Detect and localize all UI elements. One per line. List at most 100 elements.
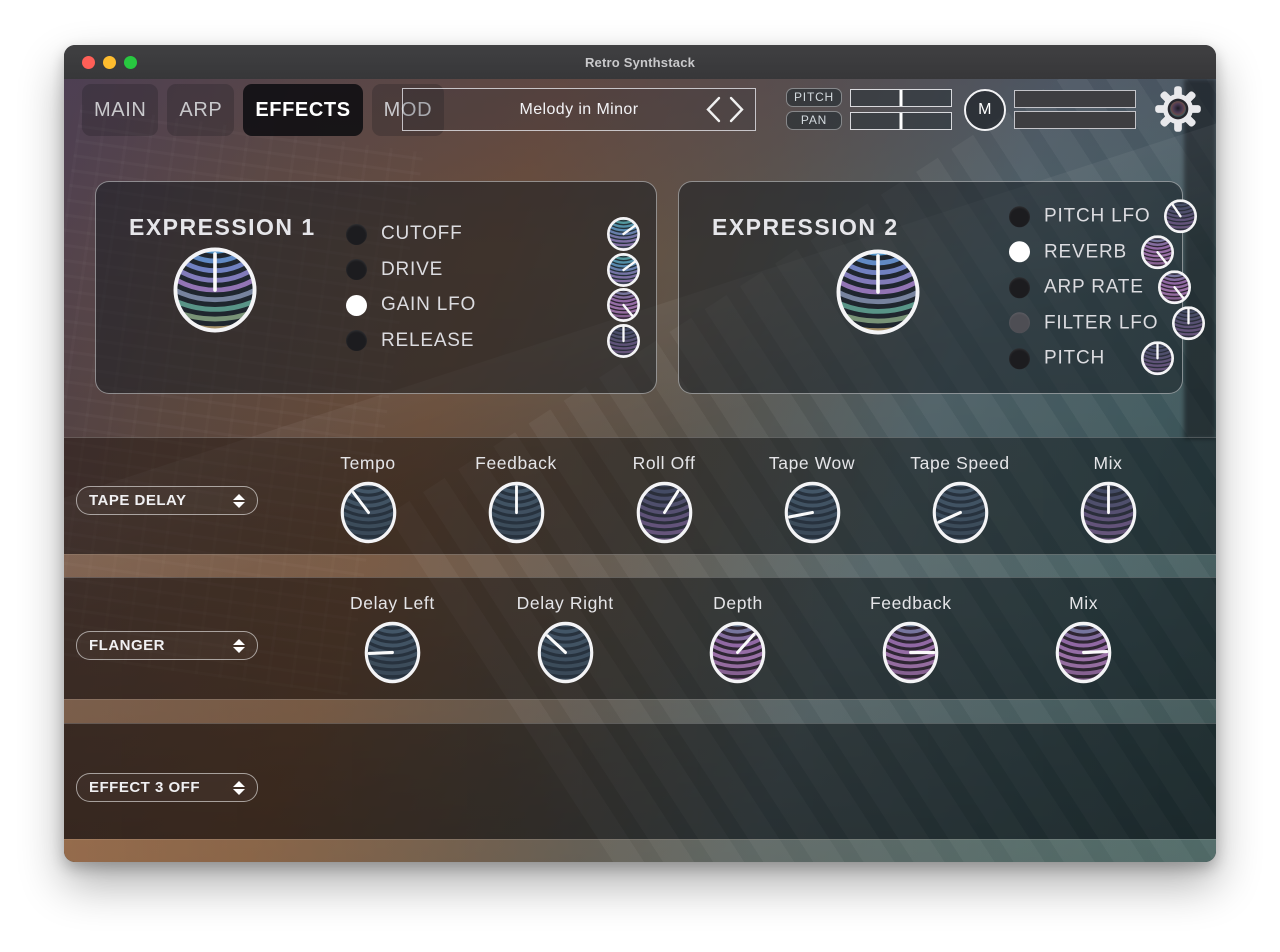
knob-label: Feedback (475, 450, 557, 476)
effect-knob[interactable] (882, 621, 939, 684)
mini-knob[interactable] (607, 217, 640, 251)
settings-gear-icon[interactable] (1154, 85, 1202, 133)
expression-option: FILTER LFO (1009, 305, 1174, 341)
pitch-slider-thumb[interactable] (900, 90, 903, 106)
effect-knob-cell: Delay Left (306, 590, 479, 693)
plugin-window: Retro Synthstack MAINARPEFFECTSMOD Melod… (64, 45, 1216, 862)
option-label: GAIN LFO (381, 294, 593, 316)
effect2-band: FLANGER Delay Left Delay Right Depth Fee… (64, 577, 1216, 700)
radio-button[interactable] (346, 330, 367, 351)
expression-option: ARP RATE (1009, 270, 1174, 306)
minimize-button[interactable] (103, 56, 116, 69)
radio-button[interactable] (1009, 348, 1030, 369)
knob-label: Roll Off (633, 450, 696, 476)
radio-button[interactable] (346, 259, 367, 280)
pitch-label: PITCH (786, 88, 842, 107)
tab-label: EFFECTS (255, 99, 350, 122)
pan-label: PAN (786, 111, 842, 130)
effect-knob[interactable] (1080, 481, 1137, 544)
mini-knob[interactable] (1164, 200, 1197, 234)
titlebar[interactable]: Retro Synthstack (64, 45, 1216, 79)
effect-knob[interactable] (784, 481, 841, 544)
expression1-panel: EXPRESSION 1 CUTOFF DRIVE GAIN LFO RELEA… (95, 181, 657, 394)
zoom-button[interactable] (124, 56, 137, 69)
output-meters (1014, 90, 1136, 132)
preset-selector[interactable]: Melody in Minor (402, 88, 756, 131)
mini-knob[interactable] (607, 253, 640, 287)
mini-knob[interactable] (607, 324, 640, 358)
effect-knob[interactable] (364, 621, 421, 684)
expression-option: REVERB (1009, 234, 1174, 270)
effect-knob[interactable] (636, 481, 693, 544)
expression-option: PITCH LFO (1009, 199, 1174, 235)
mono-button-label: M (978, 101, 992, 119)
expression2-panel: EXPRESSION 2 PITCH LFO REVERB ARP RATE F… (678, 181, 1183, 394)
chevron-left-icon[interactable] (705, 96, 722, 123)
close-button[interactable] (82, 56, 95, 69)
band-divider (64, 699, 1216, 723)
nav-tabs: MAINARPEFFECTSMOD (82, 84, 444, 136)
effect-knob-cell: Tape Speed (886, 450, 1034, 548)
knob-label: Tempo (340, 450, 396, 476)
preset-nav (705, 96, 745, 123)
knob-label: Mix (1093, 450, 1122, 476)
radio-button[interactable] (346, 295, 367, 316)
mini-knob[interactable] (1172, 306, 1205, 340)
effect-knob[interactable] (1055, 621, 1112, 684)
effect1-selector-label: TAPE DELAY (89, 492, 187, 509)
effect3-selector[interactable]: EFFECT 3 OFF (76, 773, 258, 802)
option-label: FILTER LFO (1044, 312, 1158, 334)
radio-button[interactable] (346, 224, 367, 245)
effect-knob-cell: Tape Wow (738, 450, 886, 548)
tab-label: MAIN (94, 99, 146, 122)
dropdown-arrows-icon (233, 639, 245, 653)
mini-knob[interactable] (1158, 271, 1191, 305)
effect-knob[interactable] (932, 481, 989, 544)
mini-knob[interactable] (1141, 342, 1174, 376)
radio-button[interactable] (1009, 277, 1030, 298)
effect3-band: EFFECT 3 OFF (64, 723, 1216, 840)
chevron-right-icon[interactable] (728, 96, 745, 123)
effect-knob[interactable] (709, 621, 766, 684)
pan-slider[interactable] (850, 112, 952, 130)
effect-knob-cell: Mix (1034, 450, 1182, 548)
tab-arp[interactable]: ARP (167, 84, 234, 136)
expression-option: CUTOFF (346, 217, 640, 253)
radio-button[interactable] (1009, 242, 1030, 263)
effect3-selector-label: EFFECT 3 OFF (89, 779, 200, 796)
pitch-pan-group: PITCH PAN (786, 88, 952, 134)
knob-label: Tape Wow (769, 450, 855, 476)
option-label: DRIVE (381, 259, 593, 281)
effect2-selector[interactable]: FLANGER (76, 631, 258, 660)
option-label: REVERB (1044, 241, 1127, 263)
effect-knob[interactable] (488, 481, 545, 544)
effect-knob-cell: Feedback (824, 590, 997, 693)
tab-main[interactable]: MAIN (82, 84, 158, 136)
expression2-knob[interactable] (835, 248, 921, 336)
expression1-knob[interactable] (172, 246, 258, 334)
expression-option: RELEASE (346, 323, 640, 359)
meter-left (1014, 90, 1136, 108)
band-divider (64, 554, 1216, 577)
effect-knob-cell: Depth (652, 590, 825, 693)
effect-knob[interactable] (537, 621, 594, 684)
expression-option: PITCH (1009, 341, 1174, 377)
radio-button[interactable] (1009, 206, 1030, 227)
knob-label: Mix (1069, 590, 1098, 616)
effect1-selector[interactable]: TAPE DELAY (76, 486, 258, 515)
pitch-slider[interactable] (850, 89, 952, 107)
expression-option: DRIVE (346, 252, 640, 288)
option-label: PITCH LFO (1044, 206, 1150, 228)
mini-knob[interactable] (607, 288, 640, 322)
mono-button[interactable]: M (964, 89, 1006, 131)
expression2-title: EXPRESSION 2 (712, 214, 899, 241)
expression-option: GAIN LFO (346, 288, 640, 324)
pan-slider-thumb[interactable] (900, 113, 903, 129)
expression2-options: PITCH LFO REVERB ARP RATE FILTER LFO PIT… (1009, 199, 1174, 377)
radio-button[interactable] (1009, 313, 1030, 334)
effect-knob-cell: Feedback (442, 450, 590, 548)
mini-knob[interactable] (1141, 235, 1174, 269)
effect-knob[interactable] (340, 481, 397, 544)
tab-effects[interactable]: EFFECTS (243, 84, 362, 136)
meter-right (1014, 111, 1136, 129)
